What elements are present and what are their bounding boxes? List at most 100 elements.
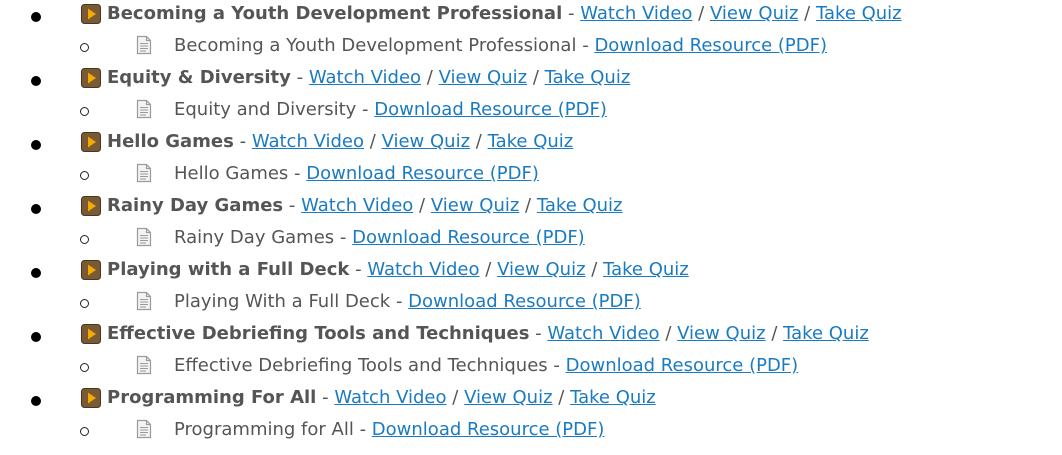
separator-dash: -: [582, 35, 589, 56]
bullet-marker: [31, 76, 41, 86]
resource-row: Playing With a Full Deck - Download Reso…: [0, 288, 1062, 320]
separator-dash: -: [567, 3, 575, 24]
resource-line: Effective Debriefing Tools and Technique…: [174, 355, 798, 376]
watch-video-link[interactable]: Watch Video: [252, 131, 364, 152]
separator-dash: -: [288, 195, 296, 216]
module-item: Rainy Day Games - Watch Video / View Qui…: [0, 192, 1062, 256]
sub-bullet-marker: [80, 171, 89, 180]
document-icon: [136, 163, 152, 183]
resource-title: Hello Games: [174, 163, 289, 184]
resource-title: Rainy Day Games: [174, 227, 335, 248]
play-video-icon: [81, 132, 101, 152]
take-quiz-link[interactable]: Take Quiz: [537, 195, 623, 216]
separator-slash: /: [771, 323, 778, 344]
module-line: Rainy Day Games - Watch Video / View Qui…: [107, 195, 623, 216]
sub-bullet-marker: [80, 43, 89, 52]
module-title: Playing with a Full Deck: [107, 259, 350, 280]
separator-slash: /: [665, 323, 672, 344]
take-quiz-link[interactable]: Take Quiz: [783, 323, 869, 344]
watch-video-link[interactable]: Watch Video: [580, 3, 692, 24]
separator-slash: /: [369, 131, 376, 152]
document-icon: [136, 291, 152, 311]
resource-row: Hello Games - Download Resource (PDF): [0, 160, 1062, 192]
module-item: Playing with a Full Deck - Watch Video /…: [0, 256, 1062, 320]
download-resource-link[interactable]: Download Resource (PDF): [372, 419, 605, 440]
bullet-marker: [31, 140, 41, 150]
view-quiz-link[interactable]: View Quiz: [382, 131, 470, 152]
module-item: Programming For All - Watch Video / View…: [0, 384, 1062, 448]
download-resource-link[interactable]: Download Resource (PDF): [306, 163, 539, 184]
resource-title: Playing With a Full Deck: [174, 291, 391, 312]
download-resource-link[interactable]: Download Resource (PDF): [408, 291, 641, 312]
resource-title: Becoming a Youth Development Professiona…: [174, 35, 577, 56]
play-video-icon: [81, 324, 101, 344]
download-resource-link[interactable]: Download Resource (PDF): [374, 99, 607, 120]
separator-dash: -: [339, 227, 347, 248]
view-quiz-link[interactable]: View Quiz: [431, 195, 519, 216]
separator-dash: -: [296, 67, 304, 88]
module-row: Effective Debriefing Tools and Technique…: [0, 320, 1062, 352]
module-row: Programming For All - Watch Video / View…: [0, 384, 1062, 416]
view-quiz-link[interactable]: View Quiz: [439, 67, 527, 88]
resource-line: Playing With a Full Deck - Download Reso…: [174, 291, 641, 312]
take-quiz-link[interactable]: Take Quiz: [570, 387, 656, 408]
watch-video-link[interactable]: Watch Video: [334, 387, 446, 408]
course-module-list: Becoming a Youth Development Professiona…: [0, 0, 1062, 448]
view-quiz-link[interactable]: View Quiz: [677, 323, 765, 344]
take-quiz-link[interactable]: Take Quiz: [488, 131, 574, 152]
view-quiz-link[interactable]: View Quiz: [464, 387, 552, 408]
bullet-marker: [31, 396, 41, 406]
download-resource-link[interactable]: Download Resource (PDF): [352, 227, 585, 248]
module-row: Becoming a Youth Development Professiona…: [0, 0, 1062, 32]
separator-dash: -: [355, 259, 362, 280]
download-resource-link[interactable]: Download Resource (PDF): [566, 355, 799, 376]
take-quiz-link[interactable]: Take Quiz: [603, 259, 689, 280]
separator-dash: -: [395, 291, 403, 312]
watch-video-link[interactable]: Watch Video: [309, 67, 421, 88]
watch-video-link[interactable]: Watch Video: [301, 195, 413, 216]
module-line: Effective Debriefing Tools and Technique…: [107, 323, 869, 344]
separator-dash: -: [362, 99, 369, 120]
separator-dash: -: [322, 387, 329, 408]
resource-title: Equity and Diversity: [174, 99, 357, 120]
module-item: Effective Debriefing Tools and Technique…: [0, 320, 1062, 384]
module-row: Playing with a Full Deck - Watch Video /…: [0, 256, 1062, 288]
document-icon: [136, 227, 152, 247]
download-resource-link[interactable]: Download Resource (PDF): [594, 35, 827, 56]
sub-bullet-marker: [80, 363, 89, 372]
module-line: Becoming a Youth Development Professiona…: [107, 3, 902, 24]
document-icon: [136, 35, 152, 55]
play-video-icon: [81, 4, 101, 24]
view-quiz-link[interactable]: View Quiz: [497, 259, 585, 280]
bullet-marker: [31, 268, 41, 278]
module-item: Becoming a Youth Development Professiona…: [0, 0, 1062, 64]
bullet-marker: [31, 332, 41, 342]
document-icon: [136, 99, 152, 119]
module-row: Hello Games - Watch Video / View Quiz / …: [0, 128, 1062, 160]
watch-video-link[interactable]: Watch Video: [547, 323, 659, 344]
take-quiz-link[interactable]: Take Quiz: [816, 3, 902, 24]
module-row: Rainy Day Games - Watch Video / View Qui…: [0, 192, 1062, 224]
resource-line: Becoming a Youth Development Professiona…: [174, 35, 827, 56]
play-video-icon: [81, 196, 101, 216]
play-video-icon: [81, 388, 101, 408]
module-title: Hello Games: [107, 131, 234, 152]
resource-title: Programming for All: [174, 419, 354, 440]
view-quiz-link[interactable]: View Quiz: [710, 3, 798, 24]
watch-video-link[interactable]: Watch Video: [367, 259, 479, 280]
take-quiz-link[interactable]: Take Quiz: [545, 67, 631, 88]
separator-slash: /: [558, 387, 565, 408]
module-line: Playing with a Full Deck - Watch Video /…: [107, 259, 689, 280]
module-title: Becoming a Youth Development Professiona…: [107, 3, 563, 24]
module-line: Hello Games - Watch Video / View Quiz / …: [107, 131, 573, 152]
resource-line: Programming for All - Download Resource …: [174, 419, 604, 440]
resource-line: Hello Games - Download Resource (PDF): [174, 163, 539, 184]
bullet-marker: [31, 204, 41, 214]
module-title: Equity & Diversity: [107, 67, 291, 88]
resource-row: Programming for All - Download Resource …: [0, 416, 1062, 448]
module-item: Hello Games - Watch Video / View Quiz / …: [0, 128, 1062, 192]
separator-dash: -: [239, 131, 247, 152]
separator-slash: /: [475, 131, 482, 152]
sub-bullet-marker: [80, 299, 89, 308]
module-line: Programming For All - Watch Video / View…: [107, 387, 656, 408]
